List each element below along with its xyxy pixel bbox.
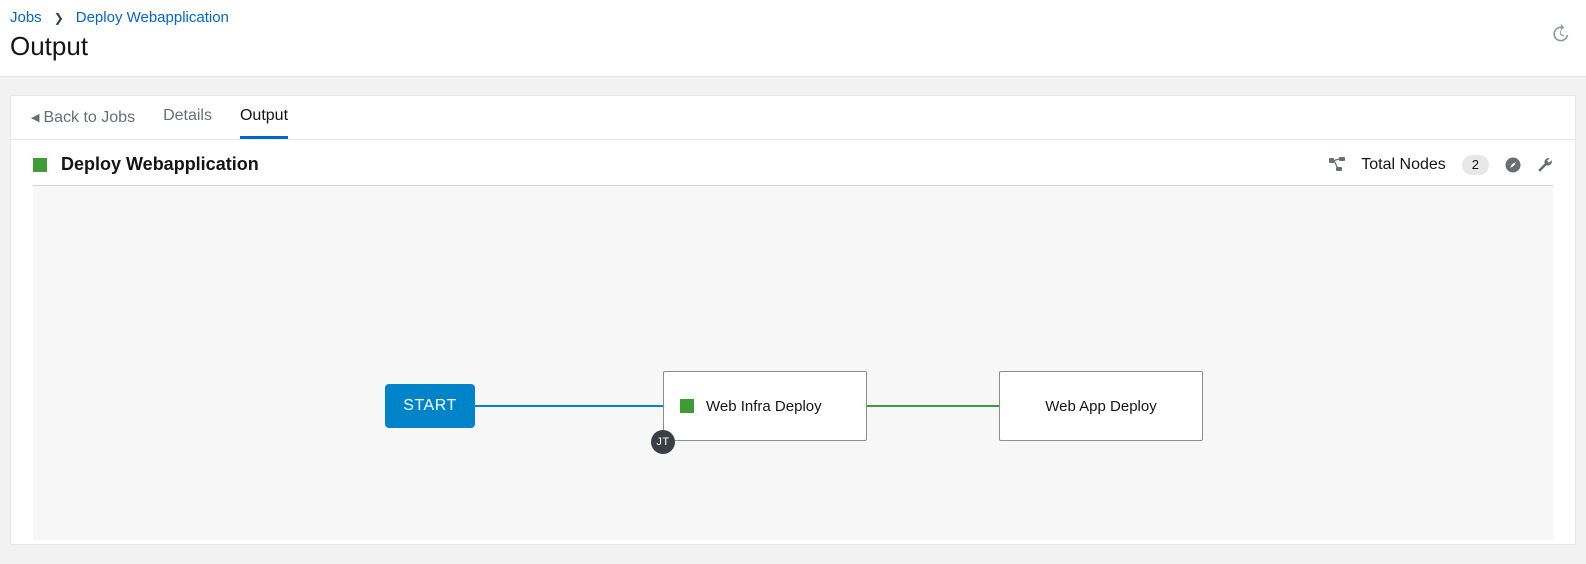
page-header: Jobs ❯ Deploy Webapplication Output [0,0,1586,77]
history-button[interactable] [1550,24,1570,49]
workflow-icon [1329,157,1345,173]
output-panel: ◀ Back to Jobs Details Output Deploy Web… [10,95,1576,545]
page-title: Output [10,31,229,62]
job-status-icon [33,158,47,172]
workflow-canvas[interactable]: START Web Infra Deploy JT Web App Deploy [33,185,1553,540]
back-to-jobs-link[interactable]: ◀ Back to Jobs [31,109,135,127]
total-nodes-label: Total Nodes [1361,156,1446,174]
panel-tabs: ◀ Back to Jobs Details Output [11,96,1575,140]
breadcrumb: Jobs ❯ Deploy Webapplication [10,10,229,25]
node-label: Web Infra Deploy [706,398,822,415]
job-title-group: Deploy Webapplication [33,154,259,175]
history-icon [1550,24,1570,44]
breadcrumb-jobs[interactable]: Jobs [10,10,42,25]
workflow-edge-start [475,405,663,407]
tab-details[interactable]: Details [163,96,212,139]
job-title: Deploy Webapplication [61,154,259,175]
caret-left-icon: ◀ [31,111,39,124]
job-header: Deploy Webapplication Total Nodes 2 [11,140,1575,185]
node-label: Web App Deploy [1045,398,1156,415]
breadcrumb-current[interactable]: Deploy Webapplication [76,10,229,25]
workflow-node-web-infra-deploy[interactable]: Web Infra Deploy [663,371,867,441]
wrench-icon [1537,157,1553,173]
compass-button[interactable] [1505,157,1521,173]
workflow-visualizer-button[interactable] [1329,157,1345,173]
tools-button[interactable] [1537,157,1553,173]
tab-output[interactable]: Output [240,96,288,139]
chevron-right-icon: ❯ [54,12,64,24]
node-status-icon [680,399,694,413]
node-type-badge: JT [651,430,675,454]
job-right-controls: Total Nodes 2 [1329,155,1553,175]
canvas-wrap: START Web Infra Deploy JT Web App Deploy [11,185,1575,540]
back-to-jobs-label: Back to Jobs [43,109,135,127]
workflow-node-web-app-deploy[interactable]: Web App Deploy [999,371,1203,441]
compass-icon [1505,157,1521,173]
workflow-edge-success [867,405,999,407]
header-left: Jobs ❯ Deploy Webapplication Output [10,10,229,62]
panel-wrap: ◀ Back to Jobs Details Output Deploy Web… [0,77,1586,545]
workflow-start-node[interactable]: START [385,384,475,428]
total-nodes-count: 2 [1462,155,1489,175]
